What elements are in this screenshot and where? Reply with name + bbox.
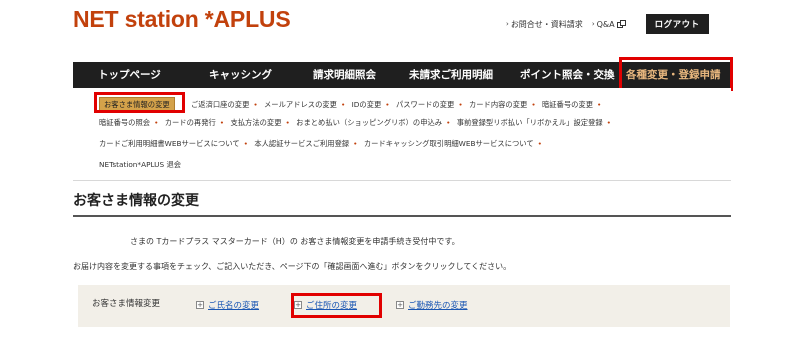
workplace-change-option[interactable]: + ご勤務先の変更 xyxy=(396,299,468,311)
sub-nav-item[interactable]: 事前登録型リボ払い「リボかえル」設定登録 xyxy=(457,118,603,127)
sub-nav-item[interactable]: カード内容の変更 xyxy=(469,100,527,109)
logout-button[interactable]: ログアウト xyxy=(645,14,709,34)
sub-nav-item[interactable]: カードキャッシング取引明細WEBサービスについて xyxy=(364,139,534,148)
name-change-label[interactable]: ご氏名の変更 xyxy=(208,299,259,311)
bullet-icon: • xyxy=(243,139,248,148)
sub-nav-item[interactable]: 暗証番号の照会 xyxy=(99,118,150,127)
nav-item-cashing[interactable]: キャッシング xyxy=(209,62,272,88)
sub-nav-item[interactable]: 支払方法の変更 xyxy=(230,118,281,127)
nav-highlight-box xyxy=(619,57,733,91)
bullet-icon: • xyxy=(597,100,602,109)
title-underline xyxy=(73,215,731,217)
utility-links: › お問合せ・資料請求 › Q&A ログアウト xyxy=(506,14,709,34)
page-title: お客さま情報の変更 xyxy=(73,193,199,209)
chevron-right-icon: › xyxy=(506,20,509,28)
sub-nav-item[interactable]: カードの再発行 xyxy=(165,118,216,127)
bullet-icon: • xyxy=(385,100,390,109)
instruction-text: お届け内容を変更する事項をチェック、ご記入いただき、ページ下の「確認画面へ進む」… xyxy=(73,262,512,271)
nav-item-top[interactable]: トップページ xyxy=(98,62,161,88)
name-change-option[interactable]: + ご氏名の変更 xyxy=(196,299,259,311)
faq-link[interactable]: › Q&A xyxy=(592,20,626,29)
status-message: さまの Tカードプラス マスターカード（H）の お客さま情報変更を申請手続き受付… xyxy=(130,237,460,246)
bullet-icon: • xyxy=(253,100,258,109)
bullet-icon: • xyxy=(531,100,536,109)
nav-item-billing[interactable]: 請求明細照会 xyxy=(313,62,376,88)
checkbox-icon[interactable]: + xyxy=(396,301,404,309)
change-options-box: お客さま情報変更 + ご氏名の変更 + ご住所の変更 + ご勤務先の変更 xyxy=(78,285,730,327)
bullet-icon: • xyxy=(606,118,611,127)
bullet-icon: • xyxy=(353,139,358,148)
workplace-change-label[interactable]: ご勤務先の変更 xyxy=(408,299,468,311)
sub-nav-item[interactable]: 本人認証サービスご利用登録 xyxy=(254,139,349,148)
change-options-label: お客さま情報変更 xyxy=(92,299,161,309)
site-logo[interactable]: NET station *APLUS xyxy=(73,6,291,33)
external-window-icon xyxy=(616,20,626,28)
checkbox-icon[interactable]: + xyxy=(196,301,204,309)
faq-link-label: Q&A xyxy=(596,19,615,29)
sub-nav-item[interactable]: パスワードの変更 xyxy=(396,100,454,109)
chevron-right-icon: › xyxy=(591,20,595,28)
sub-nav-row-4: NETstation*APLUS 退会 xyxy=(99,160,181,170)
bullet-icon: • xyxy=(154,118,159,127)
bullet-icon: • xyxy=(537,139,542,148)
bullet-icon: • xyxy=(446,118,451,127)
bullet-icon: • xyxy=(340,100,346,109)
sub-nav-item[interactable]: IDの変更 xyxy=(352,100,382,109)
sub-nav-item[interactable]: ご返済口座の変更 xyxy=(191,100,249,109)
sub-nav-item[interactable]: メールアドレスの変更 xyxy=(264,100,337,109)
sub-nav-item[interactable]: 暗証番号の変更 xyxy=(542,100,593,109)
bullet-icon: • xyxy=(458,100,463,109)
sub-nav-item[interactable]: カードご利用明細書WEBサービスについて xyxy=(99,139,240,148)
nav-item-points[interactable]: ポイント照会・交換 xyxy=(520,62,615,88)
contact-link-label: お問合せ・資料請求 xyxy=(510,19,583,29)
sub-nav-highlight-box xyxy=(94,92,185,113)
bullet-icon: • xyxy=(219,118,225,127)
nav-item-unbilled[interactable]: 未請求ご利用明細 xyxy=(409,62,493,88)
bullet-icon: • xyxy=(285,118,290,127)
sub-nav-divider xyxy=(73,180,731,181)
sub-nav-item[interactable]: NETstation*APLUS 退会 xyxy=(99,160,181,169)
sub-nav-row-3: カードご利用明細書WEBサービスについて • 本人認証サービスご利用登録 • カード… xyxy=(99,139,546,149)
contact-link[interactable]: › お問合せ・資料請求 xyxy=(506,19,583,30)
address-highlight-box xyxy=(291,293,382,318)
sub-nav-item[interactable]: おまとめ払い（ショッピングリボ）の申込み xyxy=(296,118,442,127)
sub-nav-row-2: 暗証番号の照会 • カードの再発行 • 支払方法の変更 • おまとめ払い（ショッピング… xyxy=(99,118,615,128)
